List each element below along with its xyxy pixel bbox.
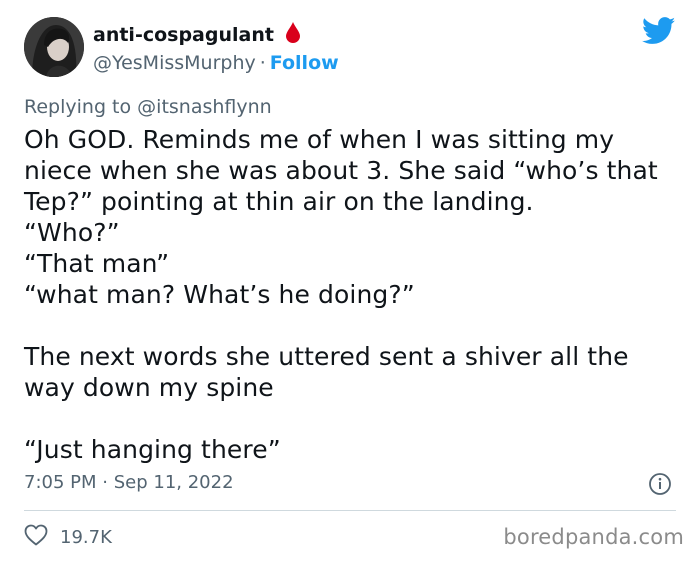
twitter-bird-icon[interactable] <box>641 17 676 49</box>
replying-to: Replying to @itsnashflynn <box>24 94 272 120</box>
author-handle[interactable]: @YesMissMurphy <box>93 52 256 74</box>
heart-outline-icon <box>24 524 48 550</box>
info-icon[interactable] <box>648 472 672 500</box>
handle-separator: · <box>259 52 266 74</box>
like-count: 19.7K <box>60 526 112 548</box>
author-block: anti-cospagulant @YesMissMurphy · Follow <box>93 21 339 75</box>
like-button[interactable]: 19.7K <box>24 524 112 550</box>
follow-button[interactable]: Follow <box>270 52 339 74</box>
replying-prefix: Replying to <box>24 96 132 118</box>
reply-mention-link[interactable]: @itsnashflynn <box>137 96 272 118</box>
tweet-date: Sep 11, 2022 <box>113 472 234 493</box>
watermark: boredpanda.com <box>503 525 684 549</box>
tweet-header: anti-cospagulant @YesMissMurphy · Follow <box>24 17 684 81</box>
handle-line: @YesMissMurphy · Follow <box>93 51 339 75</box>
avatar-image <box>24 17 84 77</box>
tweet-text: Oh GOD. Reminds me of when I was sitting… <box>24 125 658 464</box>
blood-drop-icon <box>285 21 301 47</box>
avatar[interactable] <box>24 17 84 77</box>
author-display-name[interactable]: anti-cospagulant <box>93 23 274 47</box>
tweet-time: 7:05 PM <box>24 472 97 493</box>
tweet-timestamp[interactable]: 7:05 PM · Sep 11, 2022 <box>24 470 234 496</box>
divider <box>24 510 676 511</box>
timestamp-separator: · <box>102 472 108 493</box>
